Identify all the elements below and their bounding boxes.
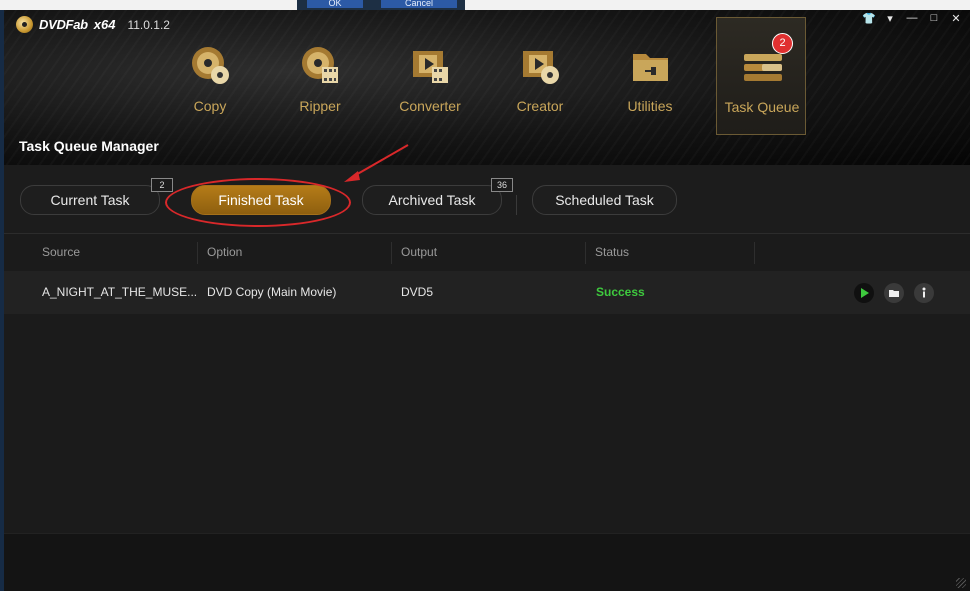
column-option: Option <box>207 245 243 259</box>
row-output: DVD5 <box>401 285 434 299</box>
nav-ripper[interactable]: Ripper <box>275 17 365 135</box>
column-output: Output <box>401 245 438 259</box>
tab-scheduled-task[interactable]: Scheduled Task <box>532 185 677 215</box>
play-icon <box>861 288 869 298</box>
nav-copy-label: Copy <box>193 98 227 114</box>
disc-ripper-icon <box>302 47 338 83</box>
folder-utilities-icon <box>633 54 668 81</box>
annotation-arrow <box>344 144 409 182</box>
tab-divider <box>516 195 517 215</box>
row-status: Success <box>596 285 645 299</box>
highlight-annotation <box>165 178 351 227</box>
background-ok-button[interactable]: OK <box>307 0 363 8</box>
app-window: DVDFab x64 11.0.1.2 👕 ▾ — □ ✕ Copy Rippe… <box>4 10 970 591</box>
background-cancel-button[interactable]: Cancel <box>381 0 457 8</box>
table-row[interactable]: A_NIGHT_AT_THE_MUSE... DVD Copy (Main Mo… <box>4 271 970 314</box>
column-divider <box>585 242 586 264</box>
column-status: Status <box>595 245 630 259</box>
disc-copy-icon <box>192 47 229 84</box>
desktop-background <box>0 0 970 10</box>
film-creator-icon <box>523 51 559 84</box>
column-source: Source <box>42 245 81 259</box>
tab-archived-task-count: 36 <box>491 178 513 192</box>
open-folder-button[interactable] <box>884 283 904 303</box>
folder-icon <box>889 290 899 297</box>
task-tabs: Current Task 2 Finished Task Archived Ta… <box>4 165 970 233</box>
nav-copy[interactable]: Copy <box>165 17 255 135</box>
table-header: Source Option Output Status <box>4 233 970 272</box>
nav-utilities[interactable]: Utilities <box>605 17 695 135</box>
film-converter-icon <box>413 51 448 83</box>
column-divider <box>391 242 392 264</box>
nav-creator-label: Creator <box>516 98 564 114</box>
tab-archived-task-label: Archived Task <box>388 192 476 208</box>
nav-converter-label: Converter <box>399 98 461 114</box>
nav-task-queue[interactable]: 2 Task Queue <box>716 17 806 135</box>
footer-bar <box>4 533 970 591</box>
nav-creator[interactable]: Creator <box>495 17 585 135</box>
nav-utilities-label: Utilities <box>627 98 673 114</box>
page-title: Task Queue Manager <box>19 138 159 154</box>
tab-scheduled-task-label: Scheduled Task <box>555 192 654 208</box>
task-queue-badge: 2 <box>772 33 793 54</box>
resize-grip-icon[interactable] <box>956 578 966 588</box>
task-table: Source Option Output Status A_NIGHT_AT_T… <box>4 233 970 533</box>
tab-current-task-label: Current Task <box>50 192 130 208</box>
main-nav: Copy Ripper Converter Creator Utilities … <box>4 17 970 135</box>
row-source: A_NIGHT_AT_THE_MUSE... <box>42 285 198 299</box>
tab-current-task[interactable]: Current Task 2 <box>20 178 173 215</box>
tab-archived-task[interactable]: Archived Task 36 <box>362 178 513 215</box>
info-icon <box>922 287 926 298</box>
column-divider <box>197 242 198 264</box>
tab-current-task-count: 2 <box>151 178 173 192</box>
nav-ripper-label: Ripper <box>299 98 341 114</box>
info-button[interactable] <box>914 283 934 303</box>
nav-task-queue-label: Task Queue <box>724 99 800 115</box>
play-button[interactable] <box>854 283 874 303</box>
row-option: DVD Copy (Main Movie) <box>207 285 337 299</box>
nav-converter[interactable]: Converter <box>385 17 475 135</box>
column-divider <box>754 242 755 264</box>
